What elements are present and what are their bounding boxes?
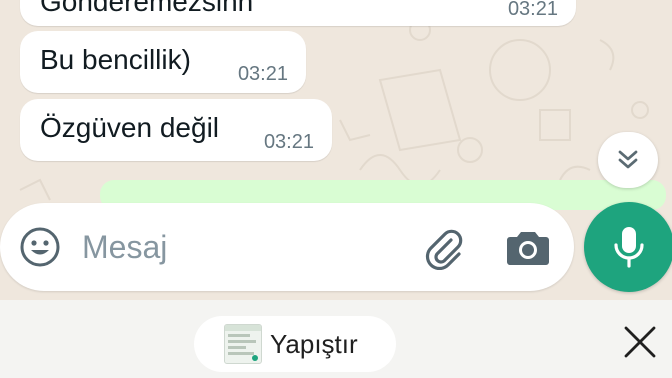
paste-button[interactable]: Yapıştır xyxy=(194,316,396,372)
clipboard-preview-icon xyxy=(225,325,261,361)
microphone-icon xyxy=(614,227,644,268)
voice-record-button[interactable] xyxy=(584,202,672,292)
message-time: 03:21 xyxy=(263,131,314,153)
clipboard-preview-thumbnail xyxy=(224,324,262,364)
message-text: Özgüven değil xyxy=(40,112,220,143)
close-clipboard-button[interactable] xyxy=(620,322,660,362)
message-composer xyxy=(0,203,574,291)
attach-button[interactable] xyxy=(420,225,466,271)
message-time: 03:21 xyxy=(237,63,288,85)
camera-icon xyxy=(507,232,549,265)
message-bubble[interactable]: Bu bencillik) 03:21 xyxy=(20,31,306,93)
message-input[interactable] xyxy=(82,223,402,271)
double-chevron-down-icon xyxy=(618,150,638,169)
paperclip-icon xyxy=(425,229,463,270)
message-bubble[interactable]: Özgüven değil 03:21 xyxy=(20,99,332,161)
scroll-to-bottom-button[interactable] xyxy=(598,132,658,188)
clipboard-suggestion-bar: Yapıştır xyxy=(0,300,672,378)
smiley-icon xyxy=(20,227,60,267)
close-icon xyxy=(624,326,656,358)
message-time: 03:21 xyxy=(507,0,558,20)
message-text: Bu bencillik) xyxy=(40,44,191,75)
emoji-button[interactable] xyxy=(18,225,62,269)
chat-area: Gönderemezsinn 03:21 Bu bencillik) 03:21… xyxy=(0,0,672,300)
camera-button[interactable] xyxy=(504,225,552,271)
message-bubble[interactable]: Gönderemezsinn 03:21 xyxy=(20,0,576,26)
paste-label: Yapıştır xyxy=(270,329,358,359)
message-text: Gönderemezsinn xyxy=(40,0,254,17)
